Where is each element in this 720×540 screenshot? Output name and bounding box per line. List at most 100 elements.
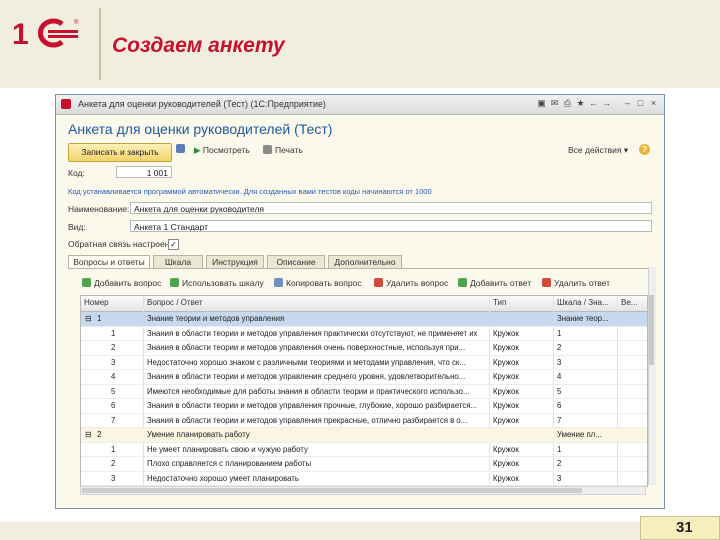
- app-icon: [61, 99, 71, 109]
- name-label: Наименование:: [68, 204, 130, 214]
- cell-number: 3: [111, 473, 116, 483]
- code-field[interactable]: 1 001: [116, 166, 172, 178]
- col-header-weight[interactable]: Ве...: [621, 298, 637, 307]
- all-actions-menu[interactable]: Все действия ▾: [568, 145, 628, 156]
- answer-row[interactable]: 1 Знания в области теории и методов управ…: [81, 327, 647, 341]
- cell-scale: 6: [557, 401, 562, 410]
- preview-button[interactable]: ▶ Посмотреть: [194, 145, 250, 156]
- add-question-button[interactable]: Добавить вопрос: [82, 278, 161, 288]
- tab-additional[interactable]: Дополнительно: [328, 255, 402, 268]
- form-title: Анкета для оценки руководителей (Тест): [68, 121, 333, 137]
- cell-type: Кружок: [493, 372, 519, 381]
- tb-favorite-icon[interactable]: ★: [575, 98, 586, 109]
- tab-questions[interactable]: Вопросы и ответы: [68, 255, 150, 268]
- use-scale-button[interactable]: Использовать шкалу: [170, 278, 264, 288]
- answer-row[interactable]: 2 Знания в области теории и методов управ…: [81, 341, 647, 356]
- horizontal-scroll-thumb[interactable]: [82, 488, 582, 493]
- cell-type: Кружок: [493, 401, 519, 410]
- cell-question: Имеются необходимые для работы знания в …: [147, 386, 470, 396]
- delete-icon: [542, 278, 551, 287]
- 1c-logo-icon: 1 ®: [12, 18, 79, 50]
- delete-answer-button[interactable]: Удалить ответ: [542, 278, 610, 288]
- slide-title: Создаем анкету: [112, 34, 285, 57]
- cell-question: Недостаточно хорошо знаком с различными …: [147, 357, 466, 367]
- add-icon: [458, 278, 467, 287]
- tab-scale[interactable]: Шкала: [153, 255, 203, 268]
- answer-row[interactable]: 2 Плохо справляется с планированием работ…: [81, 457, 647, 472]
- printer-icon: [263, 145, 272, 154]
- tb-back-icon[interactable]: ←: [588, 98, 599, 109]
- cell-question: Не умеет планировать свою и чужую работу: [147, 444, 308, 454]
- cell-scale: 2: [557, 343, 562, 352]
- window-titlebar[interactable]: Анкета для оценки руководителей (Тест) (…: [56, 95, 664, 115]
- col-header-number[interactable]: Номер: [84, 298, 109, 307]
- cell-scale: 1: [557, 328, 562, 338]
- copy-icon: [274, 278, 283, 287]
- cell-type: Кружок: [493, 473, 519, 483]
- maximize-button[interactable]: □: [635, 98, 646, 109]
- cell-type: Кружок: [493, 343, 519, 352]
- answer-row[interactable]: 7 Знания в области теории и методов управ…: [81, 414, 647, 428]
- tab-description[interactable]: Описание: [267, 255, 325, 268]
- save-close-button[interactable]: Записать и закрыть: [68, 143, 172, 162]
- col-header-type[interactable]: Тип: [493, 298, 506, 307]
- expand-toggle-icon[interactable]: ⊟: [85, 430, 92, 439]
- answer-row[interactable]: 6 Знания в области теории и методов управ…: [81, 399, 647, 414]
- feedback-checkbox[interactable]: ✓: [168, 239, 179, 250]
- cell-type: Кружок: [493, 357, 519, 367]
- page-number: 31: [676, 519, 693, 536]
- close-button[interactable]: ×: [648, 98, 659, 109]
- answer-row[interactable]: 3 Недостаточно хорошо умеет планировать Кр…: [81, 472, 647, 486]
- slide-header: [0, 0, 720, 88]
- cell-question: Знания в области теории и методов управл…: [147, 372, 466, 381]
- cell-question: Знания в области теории и методов управл…: [147, 415, 468, 425]
- tb-panel-icon[interactable]: ▣: [536, 98, 547, 109]
- answer-row[interactable]: 4 Знания в области теории и методов управ…: [81, 370, 647, 385]
- answer-row[interactable]: 3 Недостаточно хорошо знаком с различными…: [81, 356, 647, 370]
- cell-scale: 2: [557, 459, 562, 468]
- play-icon: ▶: [194, 145, 203, 155]
- print-button[interactable]: Печать: [263, 145, 303, 155]
- name-field[interactable]: Анкета для оценки руководителя: [130, 202, 652, 214]
- tab-instruction[interactable]: Инструкция: [206, 255, 264, 268]
- type-field[interactable]: Анкета 1 Стандарт: [130, 220, 652, 232]
- cell-question: Знания в области теории и методов управл…: [147, 401, 478, 410]
- tb-mail-icon[interactable]: ✉: [549, 98, 560, 109]
- save-icon[interactable]: [176, 144, 188, 154]
- cell-question: Недостаточно хорошо умеет планировать: [147, 473, 299, 483]
- cell-number: 2: [111, 343, 116, 352]
- code-info-text: Код устанавливается программой автоматич…: [68, 187, 432, 196]
- window-title: Анкета для оценки руководителей (Тест) (…: [78, 99, 326, 109]
- scale-icon: [170, 278, 179, 287]
- cell-number: 1: [111, 328, 116, 338]
- copy-question-button[interactable]: Копировать вопрос: [274, 278, 362, 288]
- col-header-scale[interactable]: Шкала / Зна...: [557, 298, 609, 307]
- delete-question-button[interactable]: Удалить вопрос: [374, 278, 448, 288]
- questions-grid[interactable]: Номер Вопрос / Ответ Тип Шкала / Зна... …: [80, 295, 648, 487]
- expand-toggle-icon[interactable]: ⊟: [85, 314, 92, 323]
- header-divider: [99, 8, 101, 80]
- cell-scale: 1: [557, 444, 562, 454]
- svg-text:1: 1: [12, 18, 29, 50]
- help-icon[interactable]: ?: [639, 144, 650, 155]
- cell-number: 1: [97, 314, 102, 323]
- cell-type: Кружок: [493, 386, 519, 396]
- answer-row[interactable]: 1 Не умеет планировать свою и чужую работ…: [81, 443, 647, 457]
- cell-scale: Знание теор...: [557, 314, 609, 323]
- svg-text:®: ®: [74, 19, 79, 26]
- cell-type: Кружок: [493, 328, 519, 338]
- tb-forward-icon[interactable]: →: [601, 98, 612, 109]
- tb-print-icon[interactable]: ⎙: [562, 98, 573, 109]
- vertical-scroll-thumb[interactable]: [649, 295, 654, 365]
- col-header-question[interactable]: Вопрос / Ответ: [147, 298, 203, 307]
- minimize-button[interactable]: –: [622, 98, 633, 109]
- question-row[interactable]: ⊟ 1 Знание теории и методов управления Знан…: [81, 312, 647, 327]
- cell-number: 1: [111, 444, 116, 454]
- cell-type: Кружок: [493, 415, 519, 425]
- cell-scale: 7: [557, 415, 562, 425]
- add-answer-button[interactable]: Добавить ответ: [458, 278, 531, 288]
- question-row[interactable]: ⊟ 2 Умение планировать работу Умение пл...: [81, 428, 647, 443]
- cell-question: Знания в области теории и методов управл…: [147, 328, 478, 338]
- cell-scale: 4: [557, 372, 562, 381]
- answer-row[interactable]: 5 Имеются необходимые для работы знания в…: [81, 385, 647, 399]
